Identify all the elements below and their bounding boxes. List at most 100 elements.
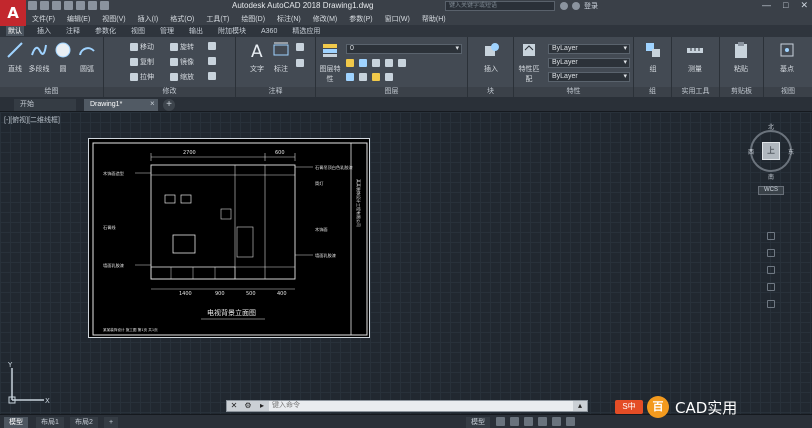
polyline-tool[interactable]: 多段线 (26, 41, 52, 74)
compass-west[interactable]: 西 (748, 147, 754, 156)
new-tab-button[interactable]: + (163, 99, 175, 111)
maximize-button[interactable]: □ (783, 0, 788, 11)
tab-model[interactable]: 模型 (4, 417, 28, 428)
move-tool[interactable]: 移动 (130, 42, 154, 52)
grid-icon[interactable] (496, 417, 505, 426)
circle-tool[interactable]: 圆 (50, 41, 76, 74)
layer-isolate-icon[interactable] (385, 59, 393, 67)
redo-icon[interactable] (100, 1, 109, 10)
match-properties-tool[interactable]: 特性匹配 (516, 41, 542, 84)
tab-output[interactable]: 输出 (187, 26, 205, 36)
close-tab-icon[interactable]: × (150, 99, 155, 108)
tab-manage[interactable]: 管理 (158, 26, 176, 36)
compass-east[interactable]: 东 (788, 147, 794, 156)
tab-featured-apps[interactable]: 精选应用 (290, 26, 322, 36)
snap-icon[interactable] (510, 417, 519, 426)
tab-start[interactable]: 开始 (14, 99, 76, 111)
text-tool[interactable]: A 文字 (244, 41, 270, 74)
layer-properties-tool[interactable]: 图层特性 (318, 41, 342, 84)
base-point-tool[interactable]: 基点 (774, 41, 800, 74)
dimension-tool[interactable]: 标注 (268, 41, 294, 74)
layer-on-icon[interactable] (346, 59, 354, 67)
layer-walk-icon[interactable] (346, 73, 354, 81)
pan-icon[interactable] (767, 249, 775, 257)
polar-icon[interactable] (538, 417, 547, 426)
fillet-tool[interactable] (208, 57, 216, 65)
scale-tool[interactable]: 缩放 (170, 72, 194, 82)
plot-icon[interactable] (76, 1, 85, 10)
viewcube-top-face[interactable]: 上 (762, 142, 780, 160)
lineweight-dropdown[interactable]: ByLayer (548, 72, 630, 82)
copy-tool[interactable]: 复制 (130, 57, 154, 67)
orbit-icon[interactable] (767, 283, 775, 291)
menu-file[interactable]: 文件(F) (32, 14, 55, 24)
tab-addins[interactable]: 附加模块 (216, 26, 248, 36)
color-dropdown[interactable]: ByLayer (548, 44, 630, 54)
menu-dimension[interactable]: 标注(N) (277, 14, 301, 24)
osnap-icon[interactable] (552, 417, 561, 426)
viewcube[interactable]: 上 北 南 西 东 WCS (748, 120, 794, 196)
menu-help[interactable]: 帮助(H) (422, 14, 446, 24)
save-icon[interactable] (52, 1, 61, 10)
trim-tool[interactable] (208, 42, 216, 50)
paste-tool[interactable]: 粘贴 (728, 41, 754, 74)
layer-dropdown[interactable]: 0 (346, 44, 462, 54)
menu-tools[interactable]: 工具(T) (206, 14, 229, 24)
layer-current-icon[interactable] (372, 73, 380, 81)
table-tool[interactable] (296, 59, 304, 67)
search-input[interactable]: 键入关键字或短语 (445, 1, 555, 11)
tab-default[interactable]: 默认 (6, 26, 24, 36)
command-up-icon[interactable]: ▴ (573, 401, 587, 411)
undo-icon[interactable] (88, 1, 97, 10)
properties-panel-label[interactable]: 特性 (514, 87, 633, 97)
clipboard-panel-label[interactable]: 剪贴板 (720, 87, 763, 97)
tab-view[interactable]: 视图 (129, 26, 147, 36)
view-panel-label[interactable]: 视图 (764, 87, 812, 97)
tab-drawing1[interactable]: Drawing1* (84, 99, 158, 111)
layer-lock-icon[interactable] (372, 59, 380, 67)
close-command-icon[interactable]: ✕ (227, 401, 241, 411)
menu-view[interactable]: 视图(V) (102, 14, 125, 24)
block-panel-label[interactable]: 块 (468, 87, 513, 97)
tab-insert[interactable]: 插入 (35, 26, 53, 36)
modify-panel-label[interactable]: 修改 (104, 87, 235, 97)
compass-south[interactable]: 南 (768, 172, 774, 181)
insert-block-tool[interactable]: 插入 (478, 41, 504, 74)
close-button[interactable]: ✕ (800, 0, 808, 11)
compass-north[interactable]: 北 (768, 122, 774, 131)
menu-format[interactable]: 格式(O) (170, 14, 194, 24)
drawing-sheet[interactable]: 2700 600 1400 900 500 400 木饰面造型 石膏线 墙面乳胶… (88, 138, 370, 338)
menu-window[interactable]: 窗口(W) (385, 14, 410, 24)
layer-merge-icon[interactable] (385, 73, 393, 81)
layer-match-icon[interactable] (398, 59, 406, 67)
new-icon[interactable] (28, 1, 37, 10)
login-link[interactable]: 登录 (584, 1, 598, 11)
arc-tool[interactable]: 圆弧 (74, 41, 100, 74)
application-menu-button[interactable]: A (0, 0, 26, 26)
wcs-menu[interactable]: WCS (758, 186, 784, 195)
lineweight-icon[interactable] (566, 417, 575, 426)
line-tool[interactable]: 直线 (2, 41, 28, 74)
mirror-tool[interactable]: 镜像 (170, 57, 194, 67)
tab-layout2[interactable]: 布局2 (70, 417, 98, 428)
menu-modify[interactable]: 修改(M) (313, 14, 338, 24)
user-icon[interactable] (572, 2, 580, 10)
command-settings-icon[interactable]: ⚙ (241, 401, 255, 411)
layer-copy-icon[interactable] (359, 73, 367, 81)
rotate-tool[interactable]: 旋转 (170, 42, 194, 52)
leader-tool[interactable] (296, 43, 304, 51)
add-layout-button[interactable]: + (104, 417, 119, 428)
measure-tool[interactable]: 测量 (682, 41, 708, 74)
linetype-dropdown[interactable]: ByLayer (548, 58, 630, 68)
model-space-button[interactable]: 模型 (466, 417, 490, 428)
stretch-tool[interactable]: 拉伸 (130, 72, 154, 82)
save-as-icon[interactable] (64, 1, 73, 10)
draw-panel-label[interactable]: 绘图 (0, 87, 103, 97)
zoom-extents-icon[interactable] (767, 266, 775, 274)
array-tool[interactable] (208, 72, 216, 80)
ortho-icon[interactable] (524, 417, 533, 426)
menu-insert[interactable]: 插入(I) (138, 14, 159, 24)
menu-parametric[interactable]: 参数(P) (349, 14, 372, 24)
viewport-controls[interactable]: [-][俯视][二维线框] (4, 115, 60, 125)
groups-panel-label[interactable]: 组 (634, 87, 671, 97)
